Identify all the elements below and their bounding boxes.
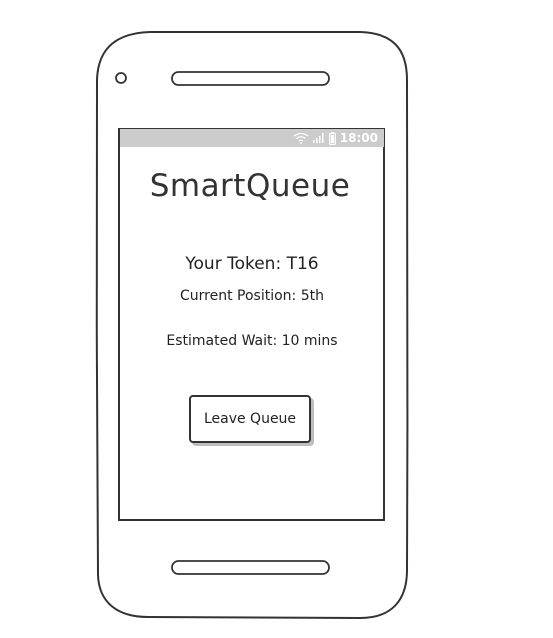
camera-icon	[115, 72, 127, 84]
app-title: SmartQueue	[149, 168, 351, 204]
signal-icon	[312, 133, 325, 143]
wait-text: Estimated Wait: 10 mins	[166, 333, 338, 349]
phone-frame	[95, 31, 409, 619]
token-text: Your Token: T16	[185, 254, 319, 274]
speaker-slot	[171, 71, 330, 86]
position-text: Current Position: 5th	[180, 288, 324, 304]
status-time: 18:00	[339, 131, 378, 145]
home-bar[interactable]	[171, 560, 330, 575]
wifi-icon	[293, 132, 309, 144]
leave-queue-button[interactable]: Leave Queue	[189, 395, 311, 443]
status-bar: 18:00	[120, 129, 384, 147]
battery-icon	[328, 131, 336, 145]
